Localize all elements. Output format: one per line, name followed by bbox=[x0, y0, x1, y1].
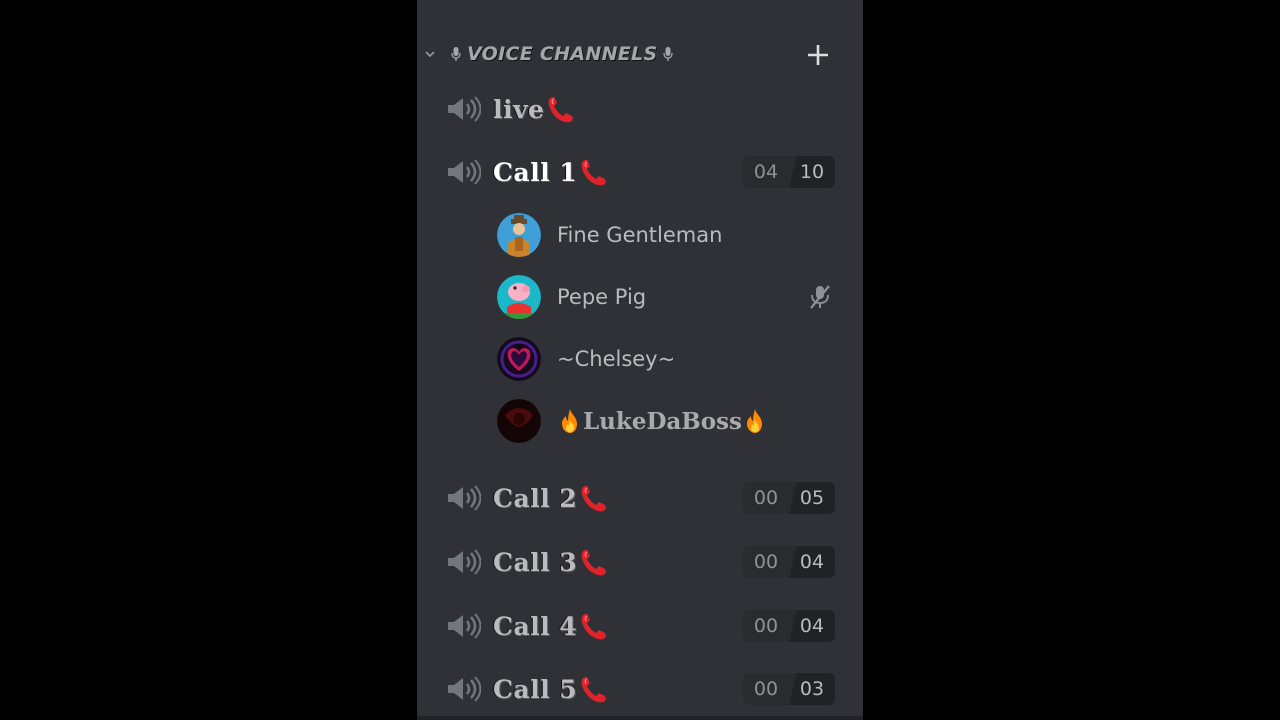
user-count: 04 bbox=[743, 156, 789, 188]
channel-name-text: live bbox=[493, 94, 545, 124]
voice-channel-live[interactable]: live bbox=[417, 86, 863, 132]
voice-channel-call-1[interactable]: Call 1 04 10 bbox=[417, 149, 863, 195]
voice-channel-sidebar: VOICE CHANNELS live Call 1 04 10 Fine Ge… bbox=[417, 0, 863, 720]
speaker-icon bbox=[445, 484, 481, 512]
telephone-receiver-emoji bbox=[579, 674, 609, 704]
user-limit-badge: 04 10 bbox=[743, 156, 835, 188]
channel-name: Call 5 bbox=[493, 670, 609, 708]
channel-name-text: Call 2 bbox=[493, 483, 578, 513]
channel-name: Call 3 bbox=[493, 543, 609, 581]
panel-bottom-edge bbox=[417, 716, 863, 720]
voice-channel-call-2[interactable]: Call 2 00 05 bbox=[417, 475, 863, 521]
speaker-icon bbox=[445, 612, 481, 640]
fire-emoji bbox=[744, 408, 766, 434]
voice-channel-call-4[interactable]: Call 4 00 04 bbox=[417, 603, 863, 649]
user-limit: 10 bbox=[789, 156, 835, 188]
pig-avatar bbox=[497, 275, 541, 319]
telephone-receiver-emoji bbox=[546, 94, 576, 124]
telephone-receiver-emoji bbox=[579, 483, 609, 513]
telephone-receiver-emoji bbox=[579, 157, 609, 187]
user-limit-text: 04 bbox=[799, 551, 825, 573]
gentleman-avatar bbox=[497, 213, 541, 257]
channel-name-text: Call 4 bbox=[493, 611, 578, 641]
muted-microphone-icon bbox=[810, 285, 830, 309]
speaker-icon bbox=[445, 95, 481, 123]
voice-user-name: Pepe Pig bbox=[557, 285, 647, 309]
microphone-icon bbox=[451, 46, 461, 62]
category-title: VOICE CHANNELS bbox=[467, 43, 658, 65]
category-title-wrap: VOICE CHANNELS bbox=[451, 42, 673, 66]
user-limit-text: 10 bbox=[799, 161, 825, 183]
user-limit: 04 bbox=[789, 610, 835, 642]
voice-user-name: LukeDaBoss bbox=[557, 399, 768, 443]
dark-avatar bbox=[497, 399, 541, 443]
user-limit: 04 bbox=[789, 546, 835, 578]
user-limit-text: 03 bbox=[799, 678, 825, 700]
user-limit-badge: 00 04 bbox=[743, 610, 835, 642]
user-limit-text: 04 bbox=[799, 615, 825, 637]
telephone-receiver-emoji bbox=[579, 547, 609, 577]
voice-user-fine-gentleman[interactable]: Fine Gentleman bbox=[417, 209, 863, 261]
channel-name: Call 1 bbox=[493, 153, 609, 191]
channel-name: Call 4 bbox=[493, 607, 609, 645]
chevron-down-icon[interactable] bbox=[423, 47, 437, 61]
user-count: 00 bbox=[743, 546, 789, 578]
voice-channel-call-5[interactable]: Call 5 00 03 bbox=[417, 666, 863, 712]
voice-user-name: Fine Gentleman bbox=[557, 223, 723, 247]
user-count: 00 bbox=[743, 673, 789, 705]
voice-user-pepe-pig[interactable]: Pepe Pig bbox=[417, 271, 863, 323]
channel-name-text: Call 3 bbox=[493, 547, 578, 577]
user-limit: 03 bbox=[789, 673, 835, 705]
user-limit-badge: 00 04 bbox=[743, 546, 835, 578]
heart-avatar bbox=[497, 337, 541, 381]
channel-name: Call 2 bbox=[493, 479, 609, 517]
channel-name-text: Call 5 bbox=[493, 674, 578, 704]
voice-user-lukedaboss[interactable]: LukeDaBoss bbox=[417, 395, 863, 447]
user-limit-badge: 00 03 bbox=[743, 673, 835, 705]
user-count: 00 bbox=[743, 482, 789, 514]
speaker-icon bbox=[445, 158, 481, 186]
user-limit: 05 bbox=[789, 482, 835, 514]
microphone-icon bbox=[663, 46, 673, 62]
voice-channel-call-3[interactable]: Call 3 00 04 bbox=[417, 539, 863, 585]
channel-name-text: Call 1 bbox=[493, 157, 578, 187]
voice-user-name: ~Chelsey~ bbox=[557, 347, 676, 371]
speaker-icon bbox=[445, 675, 481, 703]
user-count: 00 bbox=[743, 610, 789, 642]
create-channel-plus-icon[interactable] bbox=[805, 42, 831, 68]
voice-user-name-text: LukeDaBoss bbox=[583, 407, 742, 435]
speaker-icon bbox=[445, 548, 481, 576]
telephone-receiver-emoji bbox=[579, 611, 609, 641]
user-limit-text: 05 bbox=[799, 487, 825, 509]
channel-name: live bbox=[493, 90, 576, 128]
voice-channels-category[interactable]: VOICE CHANNELS bbox=[417, 38, 863, 70]
voice-user-chelsey[interactable]: ~Chelsey~ bbox=[417, 333, 863, 385]
fire-emoji bbox=[559, 408, 581, 434]
user-limit-badge: 00 05 bbox=[743, 482, 835, 514]
